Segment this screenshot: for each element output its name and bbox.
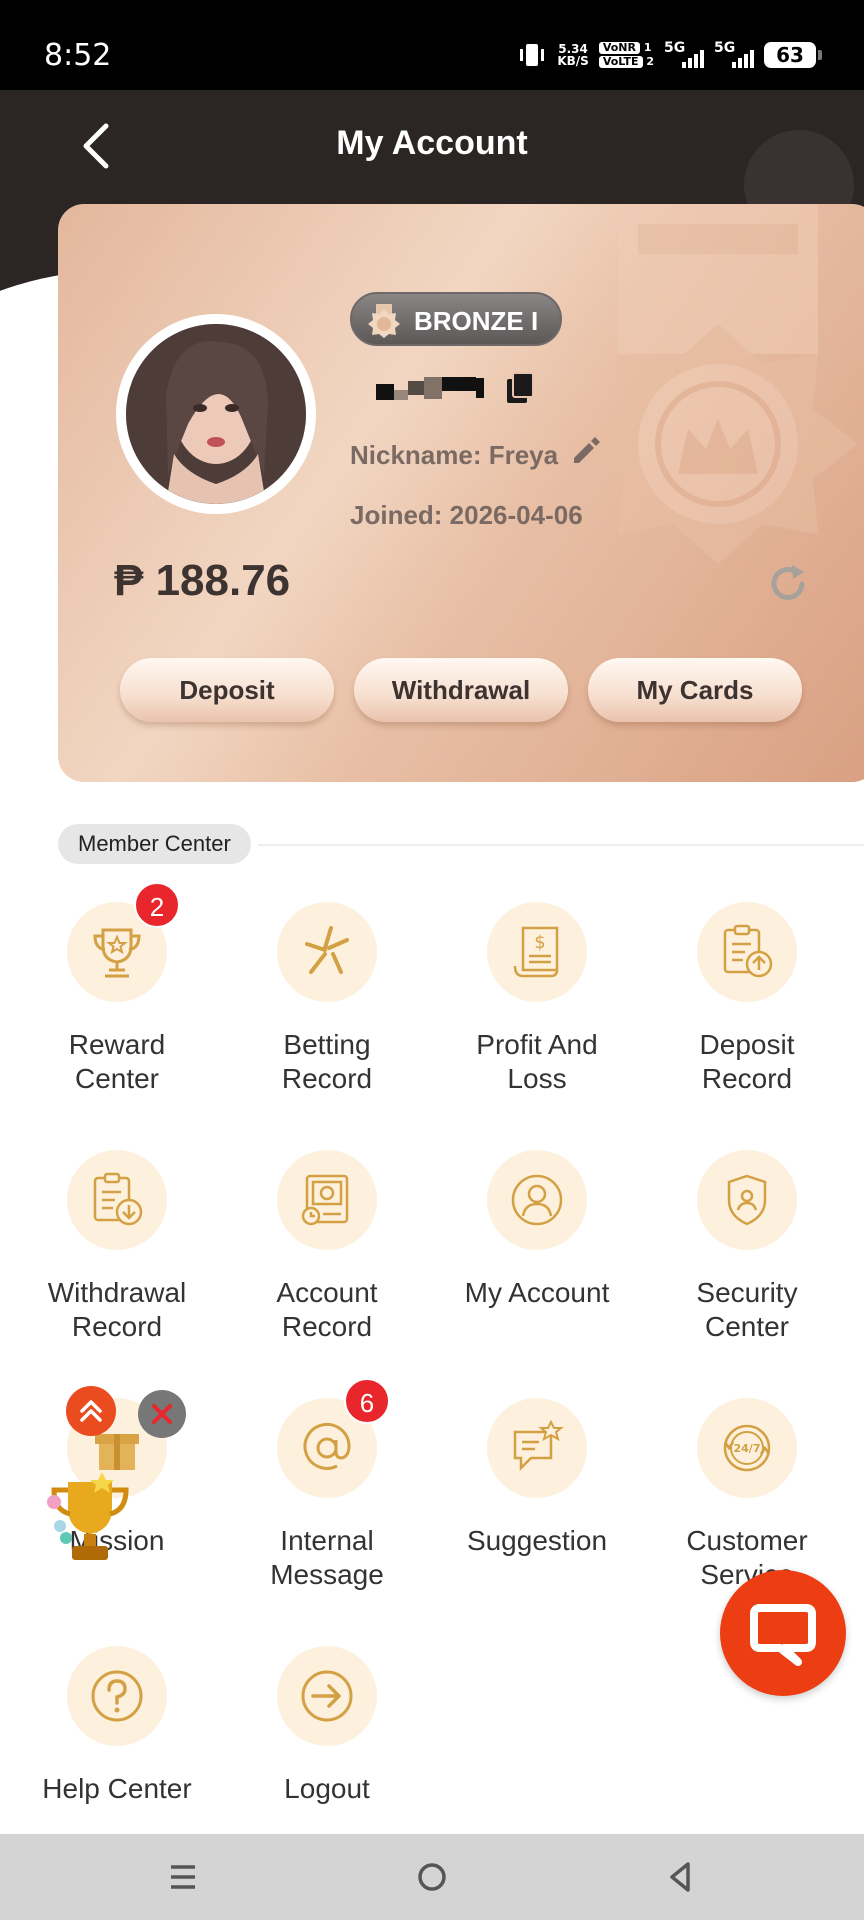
avatar-image	[126, 324, 306, 504]
menu-label: Help Center	[42, 1773, 192, 1804]
menu-label: Betting Record	[281, 1029, 373, 1094]
level-badge-label: BRONZE I	[414, 306, 539, 336]
close-floating-button[interactable]	[138, 1390, 186, 1438]
wallet-balance: ₱ 188.76	[114, 556, 291, 605]
joined-date: Joined: 2026-04-06	[350, 500, 583, 530]
level-badge: BRONZE I	[350, 292, 563, 346]
chat-star-icon	[487, 1398, 587, 1498]
menu-label: Account Record	[276, 1277, 378, 1342]
menu-reward-center[interactable]: 2 Reward Center	[12, 882, 222, 1102]
reward-center-badge: 2	[134, 882, 180, 928]
floating-trophy-icon[interactable]	[40, 1468, 140, 1568]
menu-security-center[interactable]: Security Center	[642, 1150, 852, 1350]
section-divider	[258, 844, 864, 846]
receipt-dollar-icon: $	[487, 902, 587, 1002]
account-card: BRONZE I Nickname: Freya Joined: 2026-04…	[58, 204, 864, 782]
menu-lines-icon[interactable]	[158, 1854, 208, 1900]
shield-user-icon	[697, 1150, 797, 1250]
menu-logout[interactable]: Logout	[222, 1646, 432, 1826]
battery-icon: 63	[764, 42, 822, 68]
user-id-masked	[376, 376, 484, 400]
nickname-label: Nickname: Freya	[350, 440, 559, 470]
bronze-medal-icon	[368, 304, 400, 338]
volte-label: VoLTE	[598, 56, 643, 68]
pencil-edit-icon[interactable]	[568, 434, 602, 468]
betting-icon	[277, 902, 377, 1002]
menu-deposit-record[interactable]: Deposit Record	[642, 902, 852, 1102]
clipboard-download-icon	[67, 1150, 167, 1250]
signal-sim1: 5G	[664, 40, 704, 70]
signal-bars-icon	[732, 50, 754, 68]
menu-label: Suggestion	[466, 1525, 608, 1556]
menu-betting-record[interactable]: Betting Record	[222, 902, 432, 1102]
sim1-label: 1	[643, 41, 652, 54]
menu-customer-service[interactable]: 24/7 Customer Service	[642, 1398, 852, 1598]
back-triangle-icon[interactable]	[656, 1854, 706, 1900]
my-account-screen: 8:52 5.34 KB/S VoNR 1 VoLTE 2 5G 5G 63 M…	[0, 0, 864, 1920]
vonr-label: VoNR	[598, 42, 640, 54]
menu-label: My Account	[464, 1277, 610, 1308]
menu-my-account[interactable]: My Account	[432, 1150, 642, 1350]
signal-sim2: 5G	[714, 40, 754, 70]
svg-text:24/7: 24/7	[734, 1442, 761, 1455]
support-24-7-icon: 24/7	[697, 1398, 797, 1498]
scroll-up-button[interactable]	[66, 1386, 116, 1436]
menu-label: Security Center	[696, 1277, 798, 1342]
home-circle-icon[interactable]	[407, 1854, 457, 1900]
logout-icon	[277, 1646, 377, 1746]
menu-suggestion[interactable]: Suggestion	[432, 1398, 642, 1598]
menu-label: Deposit Record	[699, 1029, 795, 1094]
menu-label: Withdrawal Record	[47, 1277, 187, 1342]
network-speed: 5.34 KB/S	[557, 43, 588, 67]
menu-withdrawal-record[interactable]: Withdrawal Record	[12, 1150, 222, 1350]
menu-profit-and-loss[interactable]: $ Profit And Loss	[432, 902, 642, 1102]
menu-label: Profit And Loss	[476, 1029, 598, 1094]
my-cards-button[interactable]: My Cards	[588, 658, 802, 722]
copy-icon[interactable]	[502, 370, 538, 406]
status-icons: 5.34 KB/S VoNR 1 VoLTE 2 5G 5G 63	[517, 40, 822, 70]
avatar[interactable]	[116, 314, 316, 514]
user-circle-icon	[487, 1150, 587, 1250]
question-icon	[67, 1646, 167, 1746]
menu-account-record[interactable]: Account Record	[222, 1150, 432, 1350]
internal-message-badge: 6	[344, 1378, 390, 1424]
live-chat-button[interactable]	[720, 1570, 846, 1696]
sim2-label: 2	[646, 55, 654, 68]
member-center-title: Member Center	[58, 824, 251, 864]
menu-internal-message[interactable]: 6 Internal Message	[222, 1378, 432, 1598]
menu-label: Internal Message	[270, 1525, 384, 1590]
status-time: 8:52	[44, 38, 112, 73]
close-icon	[152, 1404, 172, 1424]
volte-indicator: VoNR 1 VoLTE 2	[598, 41, 654, 69]
medal-watermark-icon	[578, 204, 858, 564]
vibrate-icon	[520, 44, 545, 66]
system-nav-bar	[0, 1834, 864, 1920]
speed-unit: KB/S	[557, 54, 589, 68]
chat-bubble-icon	[750, 1604, 816, 1666]
profile-photo-icon	[126, 324, 306, 504]
account-record-icon	[277, 1150, 377, 1250]
status-bar: 8:52 5.34 KB/S VoNR 1 VoLTE 2 5G 5G 63	[0, 0, 864, 90]
clipboard-upload-icon	[697, 902, 797, 1002]
double-chevron-up-icon	[80, 1400, 102, 1422]
withdrawal-button[interactable]: Withdrawal	[354, 658, 568, 722]
svg-text:$: $	[534, 932, 545, 953]
menu-label: Reward Center	[68, 1029, 166, 1094]
deposit-button[interactable]: Deposit	[120, 658, 334, 722]
menu-label: Logout	[284, 1773, 370, 1804]
menu-help-center[interactable]: Help Center	[12, 1646, 222, 1826]
signal-bars-icon	[682, 50, 704, 68]
page-title: My Account	[336, 124, 528, 162]
refresh-icon[interactable]	[766, 562, 810, 606]
